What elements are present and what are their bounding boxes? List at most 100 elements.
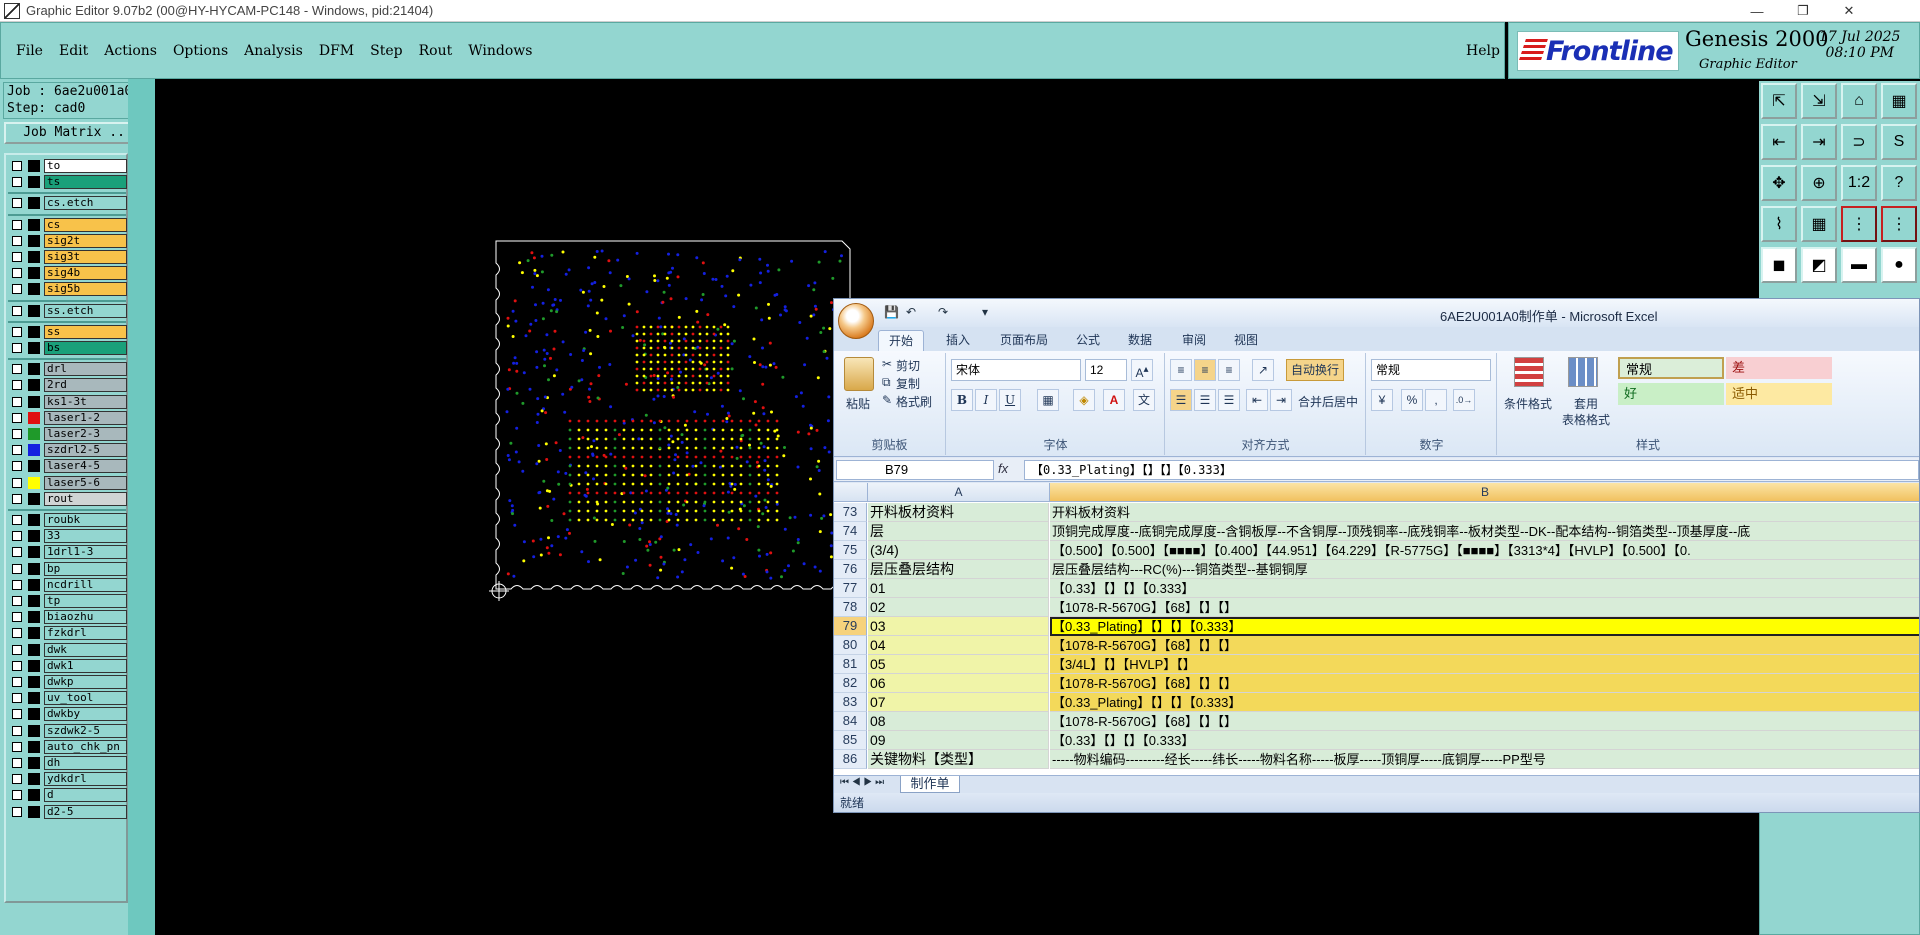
layer-name[interactable]: dwkby — [44, 707, 127, 722]
grow-font-icon[interactable]: A▴ — [1131, 359, 1153, 381]
layer-checkbox[interactable] — [12, 429, 22, 439]
row-number[interactable]: 76 — [834, 560, 867, 579]
layer-color-swatch[interactable] — [28, 251, 40, 263]
ruler-icon[interactable]: ▬ — [1841, 247, 1877, 283]
layer-name[interactable]: ss.etch — [44, 303, 127, 318]
layer-checkbox[interactable] — [12, 644, 22, 655]
layer-color-swatch[interactable] — [28, 740, 40, 753]
layer-color-swatch[interactable] — [28, 444, 40, 457]
layer-color-swatch[interactable] — [28, 659, 40, 672]
layer-name[interactable]: bs — [44, 341, 127, 355]
cell-b[interactable]: 【0.33】【】【】【0.333】 — [1050, 731, 1919, 750]
menu-file[interactable]: File — [16, 43, 43, 59]
layer-name[interactable]: szdwk2-5 — [44, 723, 127, 738]
insert-function-icon[interactable]: fx — [998, 461, 1008, 476]
layer-name[interactable]: cs.etch — [44, 196, 127, 211]
cell-a[interactable]: 层 — [868, 522, 1049, 541]
layer-checkbox[interactable] — [12, 612, 22, 623]
layer-color-swatch[interactable] — [28, 267, 40, 280]
cell-a[interactable]: 层压叠层结构 — [868, 560, 1049, 579]
layer-color-swatch[interactable] — [28, 514, 40, 526]
layer-name[interactable]: d2-5 — [44, 804, 127, 819]
tab-review[interactable]: 审阅 — [1172, 330, 1216, 351]
layer-color-swatch[interactable] — [28, 160, 40, 172]
layer-color-swatch[interactable] — [28, 676, 40, 688]
layer-color-swatch[interactable] — [28, 562, 40, 575]
sheet-nav-icon[interactable]: ⏮ ◀ ▶ ⏭ — [840, 777, 884, 788]
layer-name[interactable]: 1drl1-3 — [44, 545, 127, 560]
grid-icon[interactable]: ▦ — [1801, 206, 1837, 242]
layer-row[interactable]: ss — [8, 324, 127, 339]
row-number[interactable]: 85 — [834, 731, 867, 750]
contract-icon[interactable]: ⊕ — [1801, 165, 1837, 201]
menu-rout[interactable]: Rout — [419, 43, 453, 59]
fill-color-icon[interactable]: ◈ — [1073, 389, 1095, 411]
select-feature-icon[interactable]: ◼ — [1761, 247, 1797, 283]
formula-input[interactable]: 【0.33_Plating】【】【】【0.333】 — [1024, 460, 1919, 480]
align-top-icon[interactable]: ≡ — [1170, 359, 1192, 381]
layer-name[interactable]: fzkdrl — [44, 626, 127, 641]
layer-checkbox[interactable] — [12, 219, 22, 230]
cell-a[interactable]: (3/4) — [868, 541, 1049, 560]
layer-checkbox[interactable] — [12, 596, 22, 606]
cell-b[interactable]: 【3/4L】【】【HVLP】【】 — [1050, 655, 1919, 674]
fit-width-icon[interactable]: ⊃ — [1841, 124, 1877, 160]
row-number[interactable]: 77 — [834, 579, 867, 598]
layer-color-swatch[interactable] — [28, 428, 40, 440]
layer-row[interactable]: ss.etch — [8, 303, 127, 318]
layer-color-swatch[interactable] — [28, 773, 40, 786]
layer-name[interactable]: ydkdrl — [44, 772, 127, 787]
layer-color-swatch[interactable] — [28, 627, 40, 640]
align-right-icon[interactable]: ☰ — [1218, 389, 1240, 411]
tab-insert[interactable]: 插入 — [936, 330, 980, 351]
layer-row[interactable]: drl — [8, 362, 127, 377]
layer-name[interactable]: ks1-3t — [44, 394, 127, 409]
layer-name[interactable]: dh — [44, 756, 127, 770]
layer-row[interactable]: laser1-2≡ — [8, 410, 134, 425]
layer-checkbox[interactable] — [12, 305, 22, 316]
layer-checkbox[interactable] — [12, 531, 22, 542]
orientation-icon[interactable]: ↗ — [1252, 359, 1274, 381]
row-number[interactable]: 84 — [834, 712, 867, 731]
row-number[interactable]: 79 — [834, 617, 867, 636]
cell-b[interactable]: 【1078-R-5670G】【68】【】【】 — [1050, 598, 1919, 617]
layer-name[interactable]: szdrl2-5 — [44, 443, 127, 458]
layer-checkbox[interactable] — [12, 396, 22, 407]
row-number[interactable]: 78 — [834, 598, 867, 617]
layer-row[interactable]: sig2t — [8, 233, 127, 248]
style-bad[interactable]: 差 — [1726, 357, 1832, 379]
menu-windows[interactable]: Windows — [468, 43, 532, 59]
layer-row[interactable]: ts — [8, 175, 127, 190]
layer-color-swatch[interactable] — [28, 611, 40, 624]
layer-row[interactable]: d — [8, 788, 127, 803]
row-number[interactable]: 81 — [834, 655, 867, 674]
row-number[interactable]: 80 — [834, 636, 867, 655]
layer-color-swatch[interactable] — [28, 643, 40, 656]
layer-color-swatch[interactable] — [28, 395, 40, 408]
row-number[interactable]: 83 — [834, 693, 867, 712]
layer-row[interactable]: roubk — [8, 513, 127, 527]
layer-checkbox[interactable] — [12, 774, 22, 785]
layer-row[interactable]: sig4b — [8, 266, 127, 281]
bold-button[interactable]: B — [951, 389, 973, 411]
layer-checkbox[interactable] — [12, 563, 22, 574]
italic-button[interactable]: I — [975, 389, 997, 411]
office-button[interactable] — [838, 303, 874, 339]
cut-button[interactable]: 剪切 — [896, 357, 920, 374]
tab-page-layout[interactable]: 页面布局 — [990, 330, 1058, 351]
cell-b[interactable]: 【1078-R-5670G】【68】【】【】 — [1050, 674, 1919, 693]
cell-a[interactable]: 01 — [868, 579, 1049, 598]
borders-icon[interactable]: ▦ — [1037, 389, 1059, 411]
layer-row[interactable]: dwkby — [8, 707, 127, 722]
cell-b[interactable]: 【0.33_Plating】【】【】【0.333】 — [1050, 617, 1919, 636]
font-color-icon[interactable]: A — [1103, 389, 1125, 411]
menu-actions[interactable]: Actions — [104, 43, 157, 59]
pan-left-icon[interactable]: ⇤ — [1761, 124, 1797, 160]
layer-checkbox[interactable] — [12, 198, 22, 209]
copy-button[interactable]: 复制 — [896, 375, 920, 392]
cell-a[interactable]: 06 — [868, 674, 1049, 693]
paste-icon[interactable] — [844, 357, 874, 391]
layer-color-swatch[interactable] — [28, 304, 40, 317]
layer-row[interactable]: uv_tool — [8, 691, 127, 706]
cell-b[interactable]: 开料板材资料 — [1050, 503, 1919, 522]
